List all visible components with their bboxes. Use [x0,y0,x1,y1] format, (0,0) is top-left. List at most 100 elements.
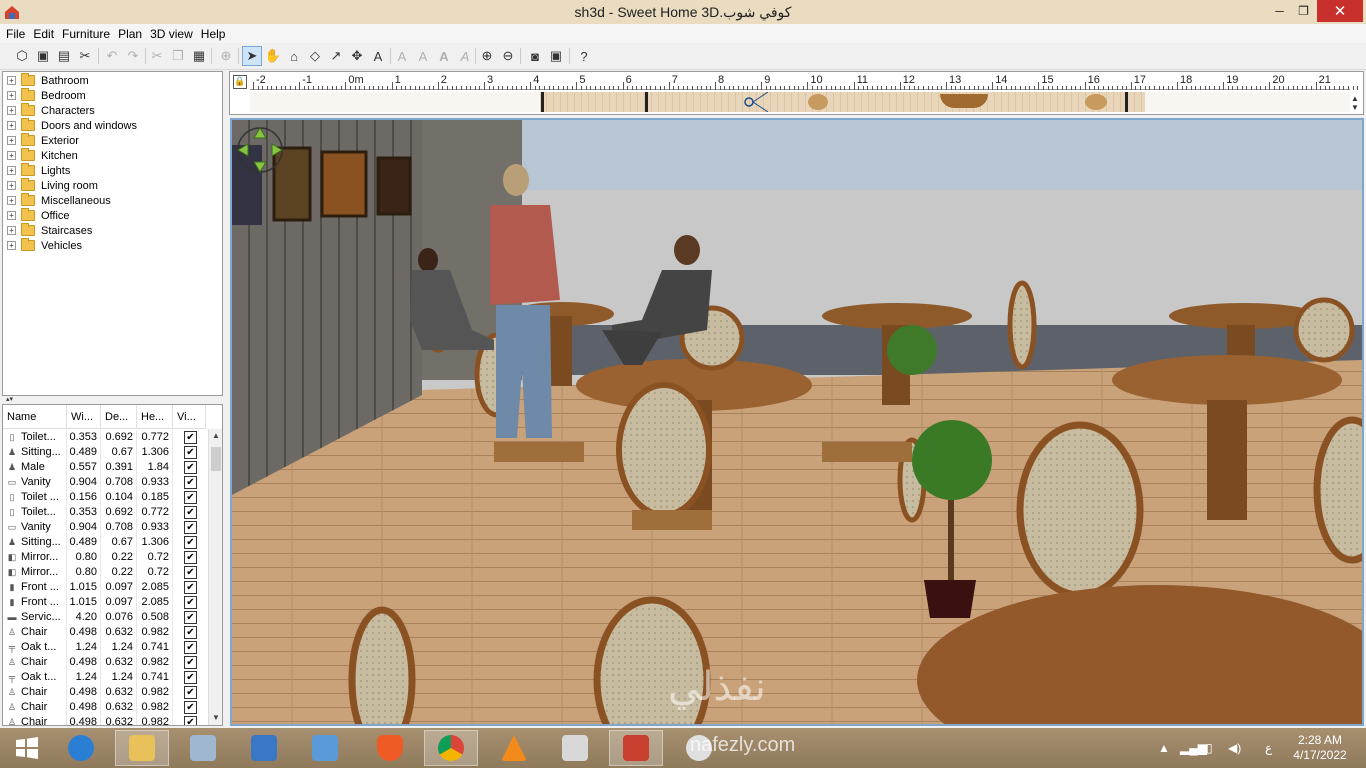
input-language[interactable]: ع [1265,728,1272,768]
camera-observer-icon[interactable] [734,92,770,112]
wall[interactable] [645,92,648,112]
visible-checkbox[interactable]: ✔ [184,551,197,564]
visible-checkbox[interactable]: ✔ [184,491,197,504]
expand-icon[interactable]: + [7,151,16,160]
add-furniture-icon[interactable]: ⊕ [216,46,236,66]
cut-preferences-icon[interactable]: ✂ [75,46,95,66]
table-row[interactable]: ▯ Toilet... 0.353 0.692 0.772 ✔ [3,505,206,520]
new-home-icon[interactable]: ⬡ [12,46,32,66]
table-row[interactable]: ▯ Toilet ... 0.156 0.104 0.185 ✔ [3,490,206,505]
visible-checkbox[interactable]: ✔ [184,596,197,609]
table-row[interactable]: ◧ Mirror... 0.80 0.22 0.72 ✔ [3,565,206,580]
bold-text-icon[interactable]: A [434,46,454,66]
expand-icon[interactable]: + [7,106,16,115]
expand-icon[interactable]: + [7,91,16,100]
column-header-name[interactable]: Name [3,405,67,429]
expand-icon[interactable]: + [7,226,16,235]
create-video-icon[interactable]: ▣ [546,46,566,66]
paste-icon[interactable]: ▦ [189,46,209,66]
catalog-table-splitter[interactable]: ▴▾ [2,396,223,404]
taskbar-calculator[interactable] [548,730,602,766]
table-row[interactable]: ♙ Chair 0.498 0.632 0.982 ✔ [3,685,206,700]
taskbar-vlc[interactable] [487,730,541,766]
visible-checkbox[interactable]: ✔ [184,446,197,459]
expand-icon[interactable]: + [7,211,16,220]
catalog-category-kitchen[interactable]: + Kitchen [7,148,78,163]
visible-checkbox[interactable]: ✔ [184,536,197,549]
expand-icon[interactable]: + [7,76,16,85]
visible-checkbox[interactable]: ✔ [184,716,197,725]
plan-scroll-arrows[interactable]: ▲ ▼ [1351,94,1361,112]
expand-icon[interactable]: + [7,196,16,205]
visible-checkbox[interactable]: ✔ [184,656,197,669]
left-right-splitter[interactable] [224,71,228,726]
table-row[interactable]: ◧ Mirror... 0.80 0.22 0.72 ✔ [3,550,206,565]
redo-icon[interactable]: ↷ [123,46,143,66]
visible-checkbox[interactable]: ✔ [184,521,197,534]
plan-content[interactable] [250,92,1350,112]
menu-plan[interactable]: Plan [114,27,146,41]
table-top-plan[interactable] [940,94,988,108]
battery-icon[interactable]: ▯ [1206,728,1213,768]
column-header-height[interactable]: He... [137,405,173,429]
lock-base-plan-icon[interactable]: 🔒 [233,75,247,89]
create-photo-icon[interactable]: ◙ [525,46,545,66]
3d-scene[interactable]: نفذلي [232,120,1362,724]
clock[interactable]: 2:28 AM 4/17/2022 [1288,733,1352,763]
visible-checkbox[interactable]: ✔ [184,641,197,654]
show-hidden-icons-icon[interactable]: ▲ [1158,728,1170,768]
taskbar-brave[interactable] [363,730,417,766]
expand-icon[interactable]: + [7,181,16,190]
menu-3d-view[interactable]: 3D view [146,27,197,41]
catalog-category-lights[interactable]: + Lights [7,163,70,178]
table-row[interactable]: ♙ Chair 0.498 0.632 0.982 ✔ [3,655,206,670]
visible-checkbox[interactable]: ✔ [184,476,197,489]
visible-checkbox[interactable]: ✔ [184,461,197,474]
wall[interactable] [541,92,544,112]
table-row[interactable]: ▭ Vanity 0.904 0.708 0.933 ✔ [3,475,206,490]
3d-view[interactable]: نفذلي [230,118,1364,726]
catalog-category-living-room[interactable]: + Living room [7,178,98,193]
create-dimensions-icon[interactable]: ✥ [347,46,367,66]
visible-checkbox[interactable]: ✔ [184,431,197,444]
table-row[interactable]: ▮ Front ... 1.015 0.097 2.085 ✔ [3,595,206,610]
menu-edit[interactable]: Edit [29,27,58,41]
column-header-width[interactable]: Wi... [67,405,101,429]
expand-icon[interactable]: + [7,136,16,145]
create-walls-icon[interactable]: ⌂ [284,46,304,66]
visible-checkbox[interactable]: ✔ [184,566,197,579]
table-row[interactable]: ♙ Chair 0.498 0.632 0.982 ✔ [3,700,206,715]
scroll-thumb[interactable] [211,447,221,471]
menu-furniture[interactable]: Furniture [58,27,114,41]
taskbar-remote-desktop[interactable] [237,730,291,766]
table-row[interactable]: ▬ Servic... 4.20 0.076 0.508 ✔ [3,610,206,625]
catalog-category-bathroom[interactable]: + Bathroom [7,73,89,88]
maximize-button[interactable]: ❐ [1290,0,1317,22]
close-button[interactable]: ✕ [1317,0,1363,22]
create-labels-icon[interactable]: A [368,46,388,66]
taskbar-internet-explorer[interactable] [54,730,108,766]
create-rooms-icon[interactable]: ◇ [305,46,325,66]
table-row[interactable]: ♟ Male 0.557 0.391 1.84 ✔ [3,460,206,475]
visible-checkbox[interactable]: ✔ [184,701,197,714]
expand-icon[interactable]: + [7,241,16,250]
plan-view[interactable]: 🔒 -2 -1 0m 1 2 3 4 5 6 7 8 9 10 11 12 13 14 15 16 17 18 19 20 2… [229,71,1364,115]
decrease-text-icon[interactable]: A [413,46,433,66]
network-icon[interactable]: ▂▄▆ [1180,728,1207,768]
expand-icon[interactable]: + [7,166,16,175]
table-row[interactable]: ╤ Oak t... 1.24 1.24 0.741 ✔ [3,640,206,655]
table-row[interactable]: ╤ Oak t... 1.24 1.24 0.741 ✔ [3,670,206,685]
volume-icon[interactable]: ◀) [1228,728,1241,768]
table-row[interactable]: ♟ Sitting... 0.489 0.67 1.306 ✔ [3,445,206,460]
table-top-plan[interactable] [1085,94,1107,110]
table-row[interactable]: ▯ Toilet... 0.353 0.692 0.772 ✔ [3,430,206,445]
visible-checkbox[interactable]: ✔ [184,611,197,624]
catalog-category-miscellaneous[interactable]: + Miscellaneous [7,193,111,208]
visible-checkbox[interactable]: ✔ [184,506,197,519]
copy-icon[interactable]: ❐ [168,46,188,66]
taskbar-chrome[interactable] [424,730,478,766]
catalog-category-bedroom[interactable]: + Bedroom [7,88,86,103]
visible-checkbox[interactable]: ✔ [184,581,197,594]
zoom-out-icon[interactable]: ⊖ [498,46,518,66]
wall[interactable] [1125,92,1128,112]
